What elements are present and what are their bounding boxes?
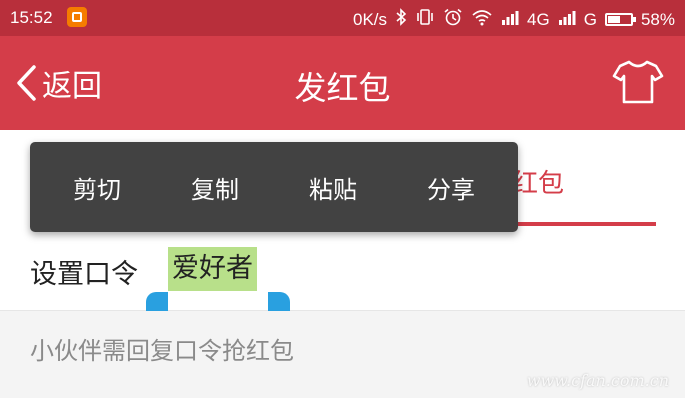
wifi-icon — [471, 8, 493, 31]
battery-percent: 58% — [640, 9, 675, 29]
status-time: 15:52 — [10, 8, 53, 27]
menu-cut[interactable]: 剪切 — [63, 156, 131, 219]
bluetooth-icon — [395, 8, 407, 31]
page-title: 发红包 — [294, 69, 391, 107]
hint-area: 小伙伴需回复口令抢红包 www.cfan.com.cn — [0, 311, 685, 398]
tshirt-icon[interactable] — [612, 58, 664, 106]
status-icons: 0K/s 4G G 58% — [353, 8, 675, 31]
menu-copy[interactable]: 复制 — [181, 156, 249, 219]
app-bar: 返回 发红包 — [0, 36, 685, 130]
password-input[interactable]: 爱好者 — [168, 247, 257, 291]
status-bar: 15:52 0K/s 4G G 58% — [0, 0, 685, 36]
signal-icon — [501, 9, 519, 30]
signal1-label: 4G — [527, 9, 550, 29]
watermark: www.cfan.com.cn — [526, 371, 669, 390]
battery-fill — [607, 16, 620, 23]
tab-active[interactable]: 红包 — [512, 163, 564, 200]
text-context-menu: 剪切 复制 粘贴 分享 — [30, 142, 518, 232]
battery-icon — [604, 13, 636, 26]
password-row: 设置口令 爱好者 — [0, 228, 685, 314]
signal-icon — [558, 9, 576, 30]
menu-paste[interactable]: 粘贴 — [299, 156, 367, 219]
app-notification-icon — [67, 7, 87, 27]
alarm-icon — [443, 8, 463, 31]
signal2-label: G — [583, 9, 597, 29]
hint-text: 小伙伴需回复口令抢红包 — [30, 337, 294, 365]
menu-share[interactable]: 分享 — [417, 156, 485, 219]
password-label: 设置口令 — [30, 259, 138, 290]
network-speed: 0K/s — [353, 9, 388, 29]
vibrate-icon — [415, 8, 435, 31]
